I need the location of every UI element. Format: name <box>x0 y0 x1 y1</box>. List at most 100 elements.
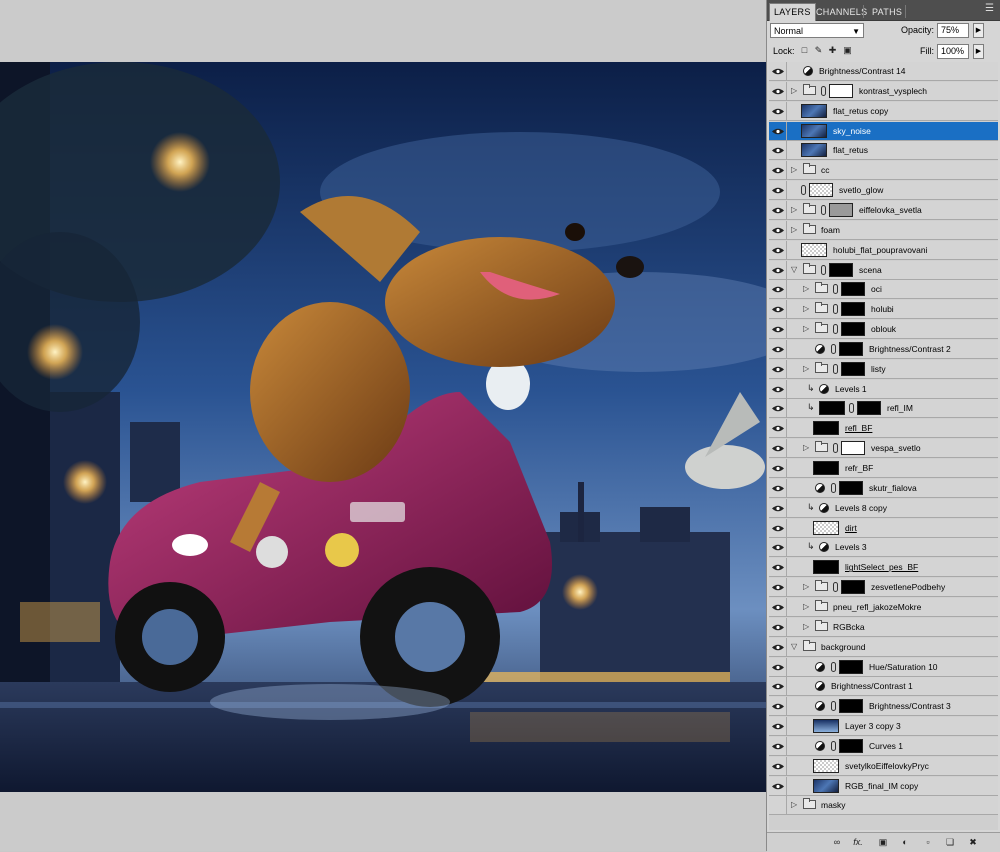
expand-arrow-icon[interactable]: ▷ <box>791 86 797 95</box>
visibility-toggle[interactable] <box>769 717 787 737</box>
lock-transparent-icon[interactable]: □ <box>800 46 809 55</box>
expand-arrow-icon[interactable]: ▷ <box>803 444 809 452</box>
visibility-toggle[interactable] <box>769 776 787 796</box>
adjustment-layer-icon[interactable]: ◐ <box>899 836 911 848</box>
visibility-toggle[interactable] <box>769 399 787 419</box>
add-mask-icon[interactable]: ▣ <box>877 836 889 848</box>
layer-row[interactable]: refl_BF <box>769 419 998 439</box>
visibility-toggle[interactable] <box>769 578 787 598</box>
layer-row[interactable]: ▷ RGBcka <box>769 617 998 637</box>
layer-row[interactable]: ▽ background <box>769 637 998 657</box>
visibility-toggle[interactable] <box>769 280 787 300</box>
visibility-toggle[interactable] <box>769 300 787 320</box>
panel-menu-icon[interactable]: ☰ <box>985 3 994 14</box>
layer-row[interactable]: ▷ cc <box>769 161 998 181</box>
fill-input[interactable]: 100% <box>937 44 969 59</box>
expand-arrow-icon[interactable]: ▷ <box>791 801 797 809</box>
visibility-toggle[interactable] <box>769 677 787 697</box>
lock-position-icon[interactable]: ✚ <box>828 46 837 55</box>
expand-arrow-icon[interactable]: ▷ <box>803 305 809 313</box>
visibility-toggle[interactable] <box>769 161 787 181</box>
layer-row[interactable]: Hue/Saturation 10 <box>769 657 998 677</box>
expand-arrow-icon[interactable]: ▷ <box>791 205 797 214</box>
layer-row[interactable]: ↳ refl_IM <box>769 399 998 419</box>
layer-row[interactable]: ↳ Levels 3 <box>769 538 998 558</box>
layer-row[interactable]: ▽ scena <box>769 260 998 280</box>
lock-image-icon[interactable]: ✎ <box>814 46 823 55</box>
visibility-toggle[interactable] <box>769 597 787 617</box>
visibility-toggle[interactable] <box>769 617 787 637</box>
visibility-toggle[interactable] <box>769 181 787 201</box>
expand-arrow-icon[interactable]: ▷ <box>803 285 809 293</box>
opacity-input[interactable]: 75% <box>937 23 969 38</box>
layer-row[interactable]: Brightness/Contrast 14 <box>769 62 998 81</box>
layer-row[interactable]: Brightness/Contrast 1 <box>769 677 998 697</box>
visibility-toggle[interactable] <box>769 200 787 220</box>
lock-all-icon[interactable]: ▣ <box>843 46 852 55</box>
layer-row[interactable]: holubi_flat_poupravovani <box>769 240 998 260</box>
visibility-toggle[interactable] <box>769 359 787 379</box>
visibility-toggle[interactable] <box>769 379 787 399</box>
visibility-toggle[interactable] <box>769 637 787 657</box>
visibility-toggle[interactable] <box>769 459 787 478</box>
visibility-toggle[interactable] <box>769 260 787 280</box>
layer-row[interactable]: ↳ Levels 8 copy <box>769 498 998 518</box>
visibility-toggle[interactable] <box>769 141 787 161</box>
new-group-icon[interactable]: ▫ <box>922 836 934 848</box>
expand-arrow-icon[interactable]: ▷ <box>803 583 809 591</box>
expand-arrow-icon[interactable]: ▷ <box>803 622 809 631</box>
visibility-toggle[interactable] <box>769 657 787 677</box>
layer-row[interactable]: lightSelect_pes_BF <box>769 558 998 578</box>
layer-row[interactable]: Curves 1 <box>769 736 998 756</box>
layer-row[interactable]: ▷ pneu_refl_jakozeMokre <box>769 597 998 617</box>
layer-row[interactable]: RGB_final_IM copy <box>769 776 998 796</box>
layer-row[interactable]: Brightness/Contrast 3 <box>769 697 998 717</box>
expand-arrow-icon[interactable]: ▷ <box>803 325 809 333</box>
layer-row[interactable]: refr_BF <box>769 459 998 478</box>
delete-layer-icon[interactable]: ✖ <box>967 836 979 848</box>
layer-row[interactable]: ▷ vespa_svetlo <box>769 439 998 459</box>
visibility-toggle-off[interactable] <box>769 796 787 816</box>
layer-row[interactable]: ▷ masky <box>769 796 998 816</box>
visibility-toggle[interactable] <box>769 736 787 756</box>
layer-row[interactable]: skutr_fialova <box>769 478 998 498</box>
expand-arrow-icon[interactable]: ▷ <box>791 225 797 234</box>
visibility-toggle[interactable] <box>769 320 787 340</box>
visibility-toggle[interactable] <box>769 339 787 359</box>
layer-row[interactable]: ▷ kontrast_vysplech <box>769 81 998 101</box>
visibility-toggle[interactable] <box>769 478 787 498</box>
visibility-toggle[interactable] <box>769 101 787 121</box>
layer-row[interactable]: dirt <box>769 518 998 538</box>
fx-icon[interactable]: fx. <box>852 836 864 848</box>
expand-arrow-open-icon[interactable]: ▽ <box>791 642 797 651</box>
layer-row[interactable]: sky_noise <box>769 121 998 141</box>
layer-row[interactable]: Layer 3 copy 3 <box>769 717 998 737</box>
layer-row[interactable]: ▷ oblouk <box>769 320 998 340</box>
layer-row[interactable]: ▷ foam <box>769 220 998 240</box>
expand-arrow-icon[interactable]: ▷ <box>803 602 809 611</box>
opacity-slider-toggle[interactable]: ▶ <box>973 23 984 38</box>
layer-row[interactable]: Brightness/Contrast 2 <box>769 339 998 359</box>
visibility-toggle[interactable] <box>769 419 787 439</box>
layer-row[interactable]: ↳ Levels 1 <box>769 379 998 399</box>
layer-row[interactable]: ▷ holubi <box>769 300 998 320</box>
blend-mode-select[interactable]: Normal ▼ <box>770 23 864 38</box>
visibility-toggle[interactable] <box>769 439 787 459</box>
layer-row[interactable]: svetylkoEiffelovkyPryc <box>769 756 998 776</box>
visibility-toggle[interactable] <box>769 697 787 717</box>
layer-row[interactable]: flat_retus <box>769 141 998 161</box>
tab-paths[interactable]: PATHS <box>868 4 906 20</box>
fill-slider-toggle[interactable]: ▶ <box>973 44 984 59</box>
link-layers-icon[interactable]: ∞ <box>831 836 843 848</box>
layer-row[interactable]: ▷ zesvetlenePodbehy <box>769 578 998 598</box>
visibility-toggle[interactable] <box>769 558 787 578</box>
visibility-toggle[interactable] <box>769 240 787 260</box>
layer-row[interactable]: ▷ listy <box>769 359 998 379</box>
new-layer-icon[interactable]: ❏ <box>944 836 956 848</box>
visibility-toggle[interactable] <box>769 81 787 101</box>
artwork-image[interactable] <box>0 62 766 792</box>
expand-arrow-icon[interactable]: ▷ <box>803 364 809 373</box>
layer-row[interactable]: ▷ eiffelovka_svetla <box>769 200 998 220</box>
document-canvas-area[interactable] <box>0 0 766 851</box>
layer-row[interactable]: ▷ oci <box>769 280 998 300</box>
